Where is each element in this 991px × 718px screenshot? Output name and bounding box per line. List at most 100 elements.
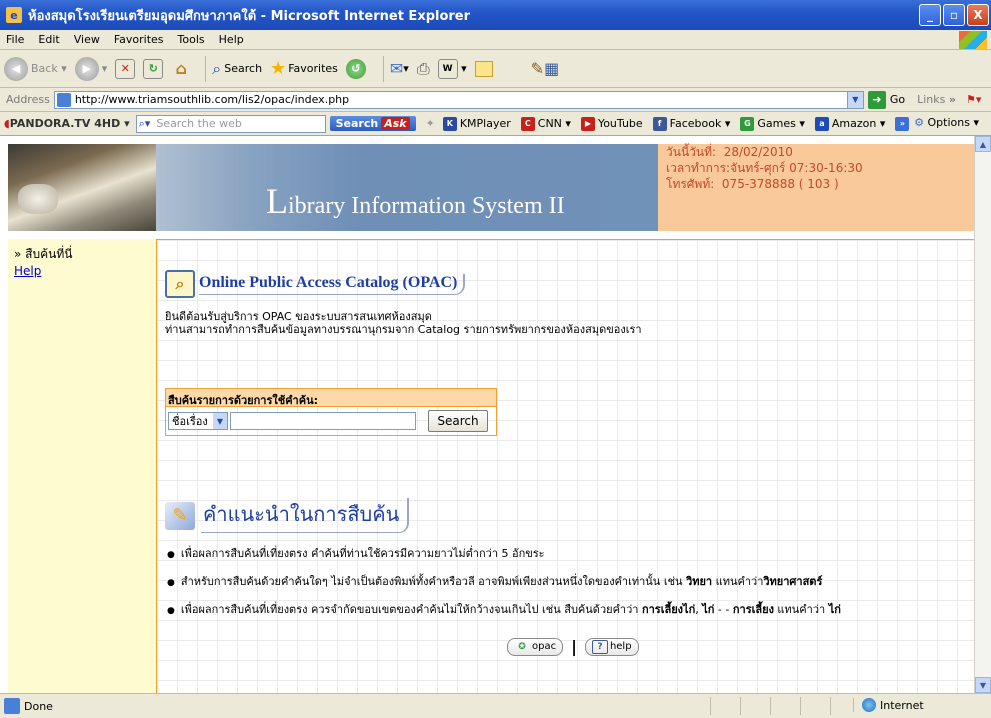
hours-value: จันทร์-ศุกร์ 07:30-16:30 (730, 161, 863, 175)
search-tip: เพื่อผลการสืบค้นที่เที่ยงตรง คำค้นที่ท่า… (167, 544, 841, 562)
tip-1-text: เพื่อผลการสืบค้นที่เที่ยงตรง คำค้นที่ท่า… (180, 547, 545, 560)
vertical-scrollbar[interactable]: ▲ ▼ (974, 136, 991, 693)
menu-favorites[interactable]: Favorites (114, 33, 164, 46)
link-games[interactable]: G Games ▾ (740, 116, 805, 131)
toolbar-divider-icon: ✦ (425, 117, 435, 130)
scroll-down-icon[interactable]: ▼ (975, 677, 991, 693)
catalog-search-icon: ⌕ (165, 270, 195, 298)
mail-button[interactable]: ✉ ▾ (390, 59, 409, 78)
link-youtube[interactable]: ▶ YouTube (580, 116, 643, 131)
footer-links: ✪ opac | ? help (507, 637, 639, 656)
sidebar-item-help[interactable]: Help (14, 264, 150, 278)
help-link-button[interactable]: ? help (584, 637, 639, 656)
menu-view[interactable]: View (74, 33, 100, 46)
hours-row: เวลาทำการ:จันทร์-ศุกร์ 07:30-16:30 (666, 160, 974, 176)
edit-dropdown-icon: ▾ (457, 62, 467, 75)
search-query-input[interactable] (230, 412, 416, 430)
address-field[interactable]: http://www.triamsouthlib.com/lis2/opac/i… (53, 90, 864, 109)
translate-icon[interactable]: ⚑▾ (966, 93, 981, 106)
library-info: วันนี้วันที่: 28/02/2010 เวลาทำการ:จันทร… (662, 144, 974, 192)
tip-2-text: สำหรับการสืบค้นด้วยคำค้นใดๆ ไม่จำเป็นต้อ… (180, 575, 683, 588)
research-button[interactable]: ✎ ▦ (531, 59, 560, 78)
discuss-button[interactable] (474, 60, 493, 77)
menu-help[interactable]: Help (219, 33, 244, 46)
minimize-button[interactable]: _ (919, 4, 941, 26)
page-icon (56, 92, 71, 107)
amazon-icon: a (814, 116, 829, 131)
opac-title: Online Public Access Catalog (OPAC) (199, 273, 466, 295)
stop-icon: ✕ (115, 58, 136, 79)
address-url[interactable]: http://www.triamsouthlib.com/lis2/opac/i… (75, 93, 847, 106)
games-icon: G (740, 116, 755, 131)
menu-edit[interactable]: Edit (38, 33, 59, 46)
forward-dropdown-icon[interactable]: ▾ (102, 62, 108, 75)
menu-tools[interactable]: Tools (178, 33, 205, 46)
tip-3-instead: แทนคำว่า (773, 603, 829, 616)
refresh-button[interactable]: ↻ (143, 58, 164, 79)
help-link-label: help (609, 641, 632, 652)
search-field-select[interactable]: ชื่อเรื่อง ▼ (168, 412, 228, 430)
search-button[interactable]: ⌕ Search (212, 59, 262, 79)
window-title: ห้องสมุดโรงเรียนเตรียมอุดมศึกษาภาคใต้ - … (28, 8, 471, 24)
back-dropdown-icon[interactable]: ▾ (58, 62, 67, 75)
links-toolbar[interactable]: Links » (917, 93, 956, 106)
favorites-button[interactable]: ★ Favorites (270, 58, 338, 79)
more-links-button[interactable]: » (895, 116, 912, 131)
go-button[interactable]: ➜ Go (867, 90, 905, 109)
menu-file[interactable]: File (6, 33, 24, 46)
stop-button[interactable]: ✕ (115, 58, 136, 79)
web-search-field[interactable]: ⌕▾ Search the web (135, 114, 326, 133)
status-divider (710, 697, 711, 715)
link-kmplayer[interactable]: K KMPlayer (442, 116, 511, 131)
main-content: ⌕ Online Public Access Catalog (OPAC) ยิ… (156, 239, 974, 693)
menu-bar: File Edit View Favorites Tools Help (0, 30, 991, 50)
forward-button[interactable]: ▶ ▾ (74, 56, 108, 81)
scroll-up-icon[interactable]: ▲ (975, 136, 991, 152)
system-title: Library Information System II (266, 180, 565, 222)
standard-toolbar: ◀ Back ▾ ▶ ▾ ✕ ↻ ⌂ ⌕ Search ★ Favorites … (0, 50, 991, 88)
print-icon: ⎙ (416, 58, 430, 78)
link-amazon[interactable]: a Amazon ▾ (814, 116, 885, 131)
page-viewport: Library Information System II วันนี้วันท… (0, 136, 974, 693)
home-button[interactable]: ⌂ (171, 59, 191, 79)
phone-label: โทรศัพท์: (666, 177, 715, 191)
date-label: วันนี้วันที่: (666, 145, 717, 159)
tip-3-example-3: การเลี้ยง (732, 603, 774, 616)
tip-3-text: เพื่อผลการสืบค้นที่เที่ยงตรง ควรจำกัดขอบ… (180, 603, 639, 616)
youtube-icon: ▶ (580, 116, 595, 131)
back-arrow-icon: ◀ (4, 56, 28, 81)
status-divider (740, 697, 741, 715)
search-icon: ⌕▾ (138, 116, 151, 130)
ask-logo: Ask (381, 117, 410, 130)
refresh-icon: ↻ (143, 58, 164, 79)
welcome-line-1: ยินดีต้อนรับสู่บริการ OPAC ของระบบสารสนเ… (165, 310, 432, 323)
search-ask-button[interactable]: Search Ask (329, 116, 416, 131)
security-zone-label: Internet (880, 698, 924, 712)
search-submit-button[interactable]: Search (428, 410, 488, 432)
edit-button[interactable]: W ▾ (437, 58, 467, 79)
hours-label: เวลาทำการ: (666, 161, 731, 175)
options-label: Options (927, 116, 970, 129)
opac-link-button[interactable]: ✪ opac (507, 637, 564, 656)
print-button[interactable]: ⎙ (417, 59, 430, 79)
welcome-text: ยินดีต้อนรับสู่บริการ OPAC ของระบบสารสนเ… (165, 310, 642, 336)
history-button[interactable]: ↺ (345, 58, 369, 79)
address-dropdown-icon[interactable]: ▼ (846, 91, 863, 108)
search-guide-title: คำแนะนำในการสืบค้น (201, 498, 410, 533)
link-facebook[interactable]: f Facebook ▾ (652, 116, 730, 131)
cnn-label: CNN (537, 117, 562, 130)
sidebar-item-search-here[interactable]: » สืบค้นที่นี่ (14, 245, 150, 264)
close-button[interactable]: X (967, 4, 989, 26)
pandora-brand[interactable]: ◖PANDORA.TV 4HD ▾ (4, 117, 130, 130)
back-button[interactable]: ◀ Back ▾ (4, 56, 67, 81)
maximize-button[interactable]: ▫ (943, 4, 965, 26)
ie-icon: e (6, 7, 22, 23)
date-row: วันนี้วันที่: 28/02/2010 (666, 144, 974, 160)
address-label: Address (6, 93, 50, 106)
options-button[interactable]: ⚙ Options ▾ (914, 116, 979, 129)
link-cnn[interactable]: C CNN ▾ (520, 116, 571, 131)
web-search-placeholder: Search the web (156, 117, 242, 130)
opac-heading: ⌕ Online Public Access Catalog (OPAC) (165, 270, 466, 298)
chevron-down-icon: ▼ (213, 413, 227, 429)
status-divider (770, 697, 771, 715)
